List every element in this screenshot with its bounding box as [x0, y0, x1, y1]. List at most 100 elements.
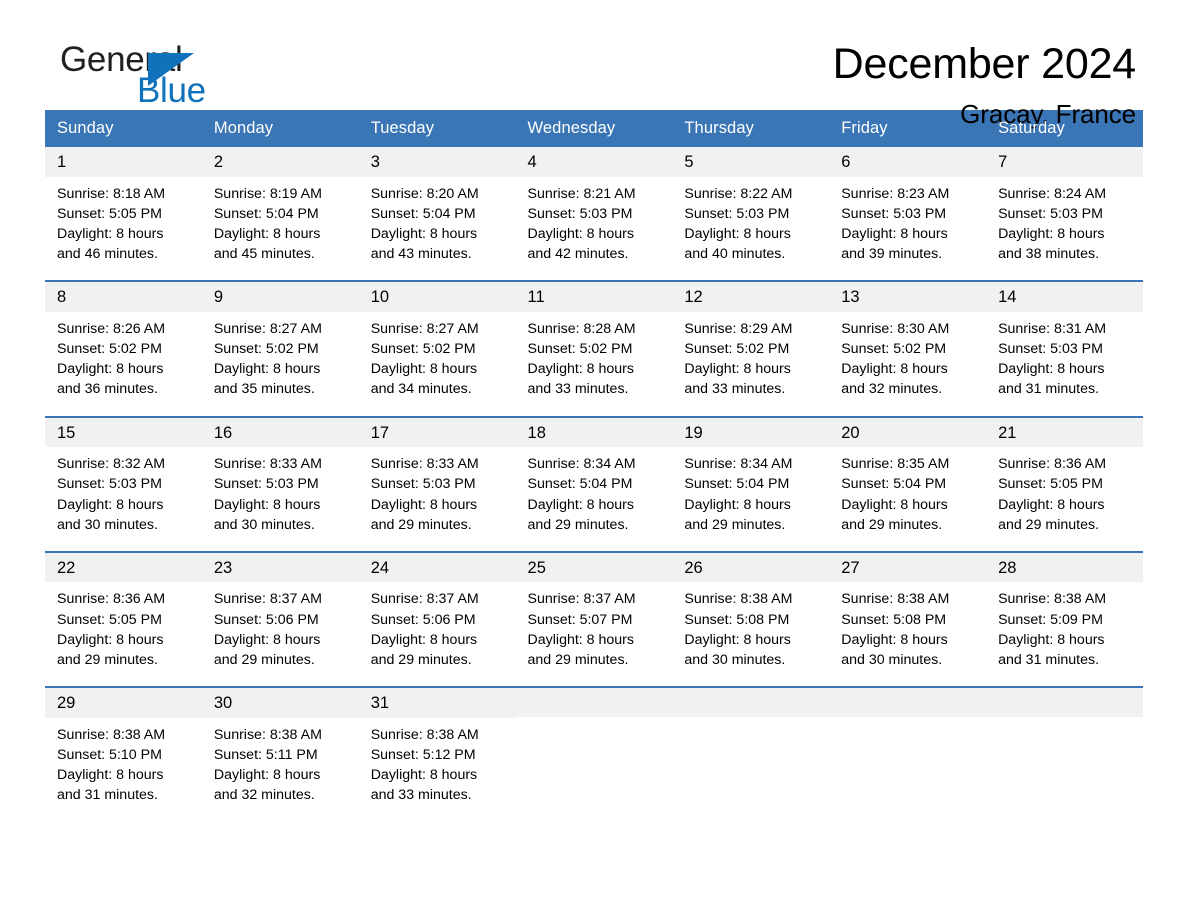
day-sunset-text: Sunset: 5:02 PM	[841, 341, 947, 358]
day-number	[672, 688, 830, 718]
calendar-page: General Blue December 2024 Gracay, Franc…	[0, 0, 1188, 918]
calendar-day-cell[interactable]: 2 Sunrise: 8:19 AM Sunset: 5:04 PM Daylight…	[201, 147, 359, 281]
day-number: 11	[515, 282, 673, 312]
day-number: 30	[201, 688, 359, 718]
day-sunset-text: Sunset: 5:02 PM	[213, 341, 319, 358]
day-sunset-text: Sunset: 5:06 PM	[213, 611, 319, 628]
day-number: 31	[358, 688, 516, 718]
day-daylight-line1-text: Daylight: 8 hours	[370, 767, 478, 784]
day-daylight-line1-text: Daylight: 8 hours	[213, 225, 321, 242]
day-sunset-text: Sunset: 5:05 PM	[998, 476, 1103, 493]
day-sunrise-text: Sunrise: 8:22 AM	[684, 185, 793, 202]
day-sunrise-text: Sunrise: 8:38 AM	[841, 591, 950, 608]
calendar-day-cell[interactable]: 26 Sunrise: 8:38 AM Sunset: 5:08 PM Dayligh…	[672, 550, 830, 688]
calendar-day-cell[interactable]: 25 Sunrise: 8:37 AM Sunset: 5:07 PM Dayligh…	[515, 550, 673, 688]
day-number: 7	[986, 147, 1143, 177]
calendar-day-cell[interactable]: 24 Sunrise: 8:37 AM Sunset: 5:06 PM Dayligh…	[358, 550, 516, 688]
day-daylight-line2-text: and 31 minutes.	[998, 652, 1100, 669]
title-block: December 2024 Gracay, France	[833, 41, 1143, 130]
general-blue-logo: General Blue	[45, 42, 245, 118]
calendar-day-cell[interactable]: 31 Sunrise: 8:38 AM Sunset: 5:12 PM Dayligh…	[358, 686, 516, 822]
calendar-day-cell[interactable]: 29 Sunrise: 8:38 AM Sunset: 5:10 PM Dayligh…	[45, 686, 202, 822]
calendar-day-cell[interactable]: 11 Sunrise: 8:28 AM Sunset: 5:02 PM Dayligh…	[515, 280, 673, 417]
day-details: Sunrise: 8:33 AM Sunset: 5:03 PM Daylight:…	[202, 447, 359, 551]
day-daylight-line1-text: Daylight: 8 hours	[998, 361, 1105, 378]
day-number: 16	[201, 417, 359, 448]
day-number: 18	[515, 417, 673, 448]
calendar-day-cell[interactable]: 27 Sunrise: 8:38 AM Sunset: 5:08 PM Dayligh…	[829, 550, 987, 688]
day-daylight-line1-text: Daylight: 8 hours	[841, 631, 948, 648]
day-sunset-text: Sunset: 5:03 PM	[527, 205, 633, 222]
day-sunrise-text: Sunrise: 8:27 AM	[370, 320, 479, 337]
day-sunrise-text: Sunrise: 8:33 AM	[370, 456, 479, 473]
calendar-day-cell[interactable]: 13 Sunrise: 8:30 AM Sunset: 5:02 PM Dayligh…	[829, 280, 987, 417]
day-number: 13	[829, 282, 987, 312]
day-details: Sunrise: 8:26 AM Sunset: 5:02 PM Daylight:…	[45, 312, 202, 416]
calendar-day-cell[interactable]: 28 Sunrise: 8:38 AM Sunset: 5:09 PM Dayligh…	[986, 550, 1143, 688]
day-sunrise-text: Sunrise: 8:33 AM	[213, 456, 322, 473]
calendar-day-cell[interactable]: 9 Sunrise: 8:27 AM Sunset: 5:02 PM Daylight…	[201, 280, 359, 417]
day-number: 12	[672, 282, 830, 312]
day-daylight-line1-text: Daylight: 8 hours	[57, 767, 164, 784]
day-daylight-line2-text: and 31 minutes.	[57, 787, 158, 804]
calendar-day-cell[interactable]: 10 Sunrise: 8:27 AM Sunset: 5:02 PM Dayligh…	[358, 280, 516, 417]
calendar-day-cell[interactable]: 15 Sunrise: 8:32 AM Sunset: 5:03 PM Dayligh…	[45, 415, 202, 552]
day-sunrise-text: Sunrise: 8:24 AM	[998, 185, 1107, 202]
weekday-header-thursday: Thursday	[672, 110, 830, 147]
day-details: Sunrise: 8:29 AM Sunset: 5:02 PM Daylight:…	[672, 312, 829, 416]
calendar-day-cell[interactable]: 7 Sunrise: 8:24 AM Sunset: 5:03 PM Daylight…	[986, 147, 1143, 281]
calendar-day-cell[interactable]: 3 Sunrise: 8:20 AM Sunset: 5:04 PM Daylight…	[358, 147, 516, 281]
day-daylight-line2-text: and 31 minutes.	[998, 381, 1100, 398]
day-sunrise-text: Sunrise: 8:18 AM	[57, 185, 166, 202]
day-sunset-text: Sunset: 5:03 PM	[57, 476, 162, 493]
day-number: 15	[45, 417, 202, 448]
day-sunrise-text: Sunrise: 8:37 AM	[213, 591, 322, 608]
calendar-day-cell-empty	[829, 686, 987, 822]
day-sunset-text: Sunset: 5:07 PM	[527, 611, 633, 628]
day-sunrise-text: Sunrise: 8:38 AM	[998, 591, 1107, 608]
day-sunrise-text: Sunrise: 8:38 AM	[213, 726, 322, 743]
day-daylight-line2-text: and 29 minutes.	[527, 516, 629, 533]
calendar-week-row: 8 Sunrise: 8:26 AM Sunset: 5:02 PM Daylight…	[45, 280, 1143, 417]
day-number	[829, 688, 987, 718]
calendar-day-cell[interactable]: 12 Sunrise: 8:29 AM Sunset: 5:02 PM Dayligh…	[672, 280, 830, 417]
day-number: 6	[829, 147, 987, 177]
day-number	[986, 688, 1143, 718]
day-details: Sunrise: 8:22 AM Sunset: 5:03 PM Daylight:…	[672, 177, 829, 281]
day-daylight-line1-text: Daylight: 8 hours	[684, 361, 791, 378]
day-daylight-line1-text: Daylight: 8 hours	[213, 496, 321, 513]
day-sunset-text: Sunset: 5:08 PM	[841, 611, 947, 628]
day-details: Sunrise: 8:21 AM Sunset: 5:03 PM Daylight:…	[516, 177, 673, 281]
calendar-day-cell[interactable]: 23 Sunrise: 8:37 AM Sunset: 5:06 PM Dayligh…	[201, 550, 359, 688]
calendar-day-cell[interactable]: 6 Sunrise: 8:23 AM Sunset: 5:03 PM Daylight…	[829, 147, 987, 281]
day-sunrise-text: Sunrise: 8:34 AM	[684, 456, 793, 473]
calendar-day-cell[interactable]: 16 Sunrise: 8:33 AM Sunset: 5:03 PM Dayligh…	[201, 415, 359, 552]
day-number	[515, 688, 673, 718]
calendar-day-cell[interactable]: 5 Sunrise: 8:22 AM Sunset: 5:03 PM Daylight…	[672, 147, 830, 281]
day-number: 1	[45, 147, 202, 177]
day-daylight-line1-text: Daylight: 8 hours	[684, 631, 791, 648]
calendar-day-cell[interactable]: 22 Sunrise: 8:36 AM Sunset: 5:05 PM Dayligh…	[45, 550, 202, 688]
calendar-day-cell[interactable]: 19 Sunrise: 8:34 AM Sunset: 5:04 PM Dayligh…	[672, 415, 830, 552]
day-details	[986, 717, 1143, 740]
day-sunrise-text: Sunrise: 8:27 AM	[213, 320, 322, 337]
day-daylight-line2-text: and 32 minutes.	[213, 787, 315, 804]
day-daylight-line2-text: and 33 minutes.	[684, 381, 786, 398]
day-daylight-line1-text: Daylight: 8 hours	[213, 767, 321, 784]
calendar-day-cell[interactable]: 4 Sunrise: 8:21 AM Sunset: 5:03 PM Daylight…	[515, 147, 673, 281]
day-sunset-text: Sunset: 5:12 PM	[370, 746, 476, 763]
day-number: 17	[358, 417, 516, 448]
calendar-day-cell-empty	[672, 686, 830, 822]
calendar-day-cell[interactable]: 17 Sunrise: 8:33 AM Sunset: 5:03 PM Dayligh…	[358, 415, 516, 552]
calendar-day-cell[interactable]: 21 Sunrise: 8:36 AM Sunset: 5:05 PM Dayligh…	[986, 415, 1143, 552]
day-sunrise-text: Sunrise: 8:31 AM	[998, 320, 1107, 337]
calendar-day-cell[interactable]: 20 Sunrise: 8:35 AM Sunset: 5:04 PM Dayligh…	[829, 415, 987, 552]
day-daylight-line2-text: and 29 minutes.	[998, 516, 1100, 533]
calendar-day-cell[interactable]: 18 Sunrise: 8:34 AM Sunset: 5:04 PM Dayligh…	[515, 415, 673, 552]
calendar-day-cell[interactable]: 14 Sunrise: 8:31 AM Sunset: 5:03 PM Dayligh…	[986, 280, 1143, 417]
calendar-day-cell[interactable]: 1 Sunrise: 8:18 AM Sunset: 5:05 PM Daylight…	[45, 147, 202, 281]
calendar-day-cell[interactable]: 8 Sunrise: 8:26 AM Sunset: 5:02 PM Daylight…	[45, 280, 202, 417]
day-daylight-line1-text: Daylight: 8 hours	[370, 225, 478, 242]
calendar-day-cell[interactable]: 30 Sunrise: 8:38 AM Sunset: 5:11 PM Dayligh…	[201, 686, 359, 822]
day-sunset-text: Sunset: 5:03 PM	[684, 205, 790, 222]
